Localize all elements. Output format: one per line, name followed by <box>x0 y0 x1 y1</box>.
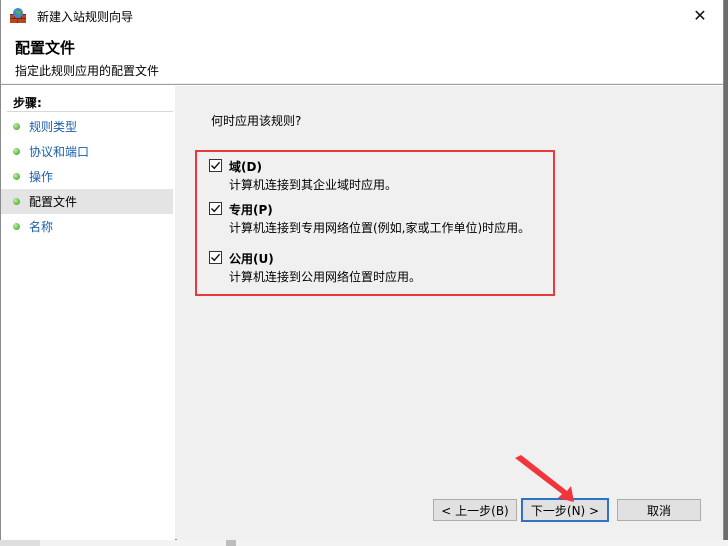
step-label: 操作 <box>29 170 54 184</box>
step-rule-type[interactable]: 规则类型 <box>1 114 173 139</box>
public-checkbox[interactable] <box>209 251 222 264</box>
step-status-icon <box>13 123 20 130</box>
step-label: 名称 <box>29 220 54 234</box>
title-bar[interactable]: 新建入站规则向导 ✕ <box>1 0 723 31</box>
background-window-strip <box>0 540 728 546</box>
step-name[interactable]: 名称 <box>1 214 173 239</box>
step-label: 协议和端口 <box>29 145 90 159</box>
step-label: 规则类型 <box>29 120 78 134</box>
step-status-icon <box>13 198 20 205</box>
check-icon <box>211 204 221 213</box>
steps-divider <box>7 111 173 112</box>
step-protocol-ports[interactable]: 协议和端口 <box>1 139 173 164</box>
domain-checkbox[interactable] <box>209 159 222 172</box>
private-option-description: 计算机连接到专用网络位置(例如,家或工作单位)时应用。 <box>229 221 531 235</box>
step-profile[interactable]: 配置文件 <box>1 189 173 214</box>
step-status-icon <box>13 148 20 155</box>
firewall-app-icon <box>9 7 27 24</box>
content-panel: 何时应用该规则? 域(D) 计算机连接到其企业域时应用。 专用(P) 计算机连接… <box>177 86 723 540</box>
close-button[interactable]: ✕ <box>677 0 723 31</box>
steps-heading: 步骤: <box>13 96 42 110</box>
window-title: 新建入站规则向导 <box>37 10 134 24</box>
next-button[interactable]: 下一步(N) > <box>521 498 609 522</box>
step-label: 配置文件 <box>29 195 78 209</box>
wizard-window: 新建入站规则向导 ✕ 配置文件 指定此规则应用的配置文件 步骤: 规则类型 协议… <box>0 0 724 540</box>
profile-question: 何时应用该规则? <box>211 114 302 128</box>
wizard-header: 配置文件 指定此规则应用的配置文件 <box>1 31 723 83</box>
step-status-icon <box>13 173 20 180</box>
private-option-label[interactable]: 专用(P) <box>229 201 273 218</box>
check-icon <box>211 253 221 262</box>
check-icon <box>211 161 221 170</box>
private-checkbox[interactable] <box>209 202 222 215</box>
public-option-label[interactable]: 公用(U) <box>229 250 274 267</box>
page-title: 配置文件 <box>15 39 76 57</box>
back-button[interactable]: < 上一步(B) <box>433 499 517 521</box>
domain-option-label[interactable]: 域(D) <box>229 158 262 175</box>
cancel-button[interactable]: 取消 <box>617 499 701 521</box>
steps-panel: 步骤: 规则类型 协议和端口 操作 配置文件 名称 <box>1 86 175 540</box>
public-option-description: 计算机连接到公用网络位置时应用。 <box>229 270 422 284</box>
step-status-icon <box>13 223 20 230</box>
domain-option-description: 计算机连接到其企业域时应用。 <box>229 178 398 192</box>
step-action[interactable]: 操作 <box>1 164 173 189</box>
page-description: 指定此规则应用的配置文件 <box>15 64 160 78</box>
